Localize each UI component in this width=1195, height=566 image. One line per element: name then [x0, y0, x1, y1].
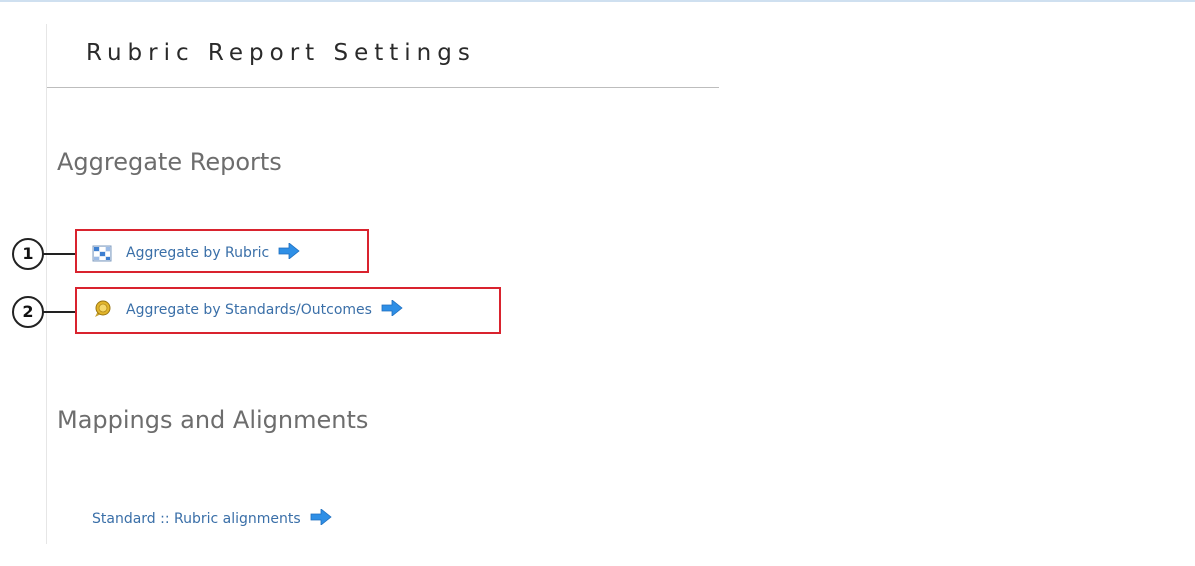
callout-connector-1 — [43, 253, 75, 255]
link-row-aggregate-by-rubric: Aggregate by Rubric — [92, 242, 300, 263]
title-divider — [47, 87, 719, 88]
standard-rubric-alignments-link[interactable]: Standard :: Rubric alignments — [92, 511, 301, 527]
page-title: Rubric Report Settings — [86, 40, 476, 66]
callout-marker-2: 2 — [12, 296, 44, 328]
arrow-right-icon[interactable] — [310, 508, 332, 526]
arrow-right-icon[interactable] — [278, 242, 300, 260]
rubric-grid-icon — [92, 243, 112, 263]
link-row-standard-rubric-alignments: Standard :: Rubric alignments — [92, 508, 332, 527]
section-heading-mappings-and-alignments: Mappings and Alignments — [57, 406, 369, 434]
aggregate-by-standards-link[interactable]: Aggregate by Standards/Outcomes — [126, 302, 372, 318]
top-border — [0, 0, 1195, 2]
content-left-rule — [46, 24, 47, 544]
arrow-right-icon[interactable] — [381, 299, 403, 317]
callout-marker-1: 1 — [12, 238, 44, 270]
standards-badge-icon — [92, 300, 112, 320]
link-row-aggregate-by-standards: Aggregate by Standards/Outcomes — [92, 299, 403, 320]
section-heading-aggregate-reports: Aggregate Reports — [57, 148, 282, 176]
aggregate-by-rubric-link[interactable]: Aggregate by Rubric — [126, 245, 269, 261]
callout-connector-2 — [43, 311, 75, 313]
